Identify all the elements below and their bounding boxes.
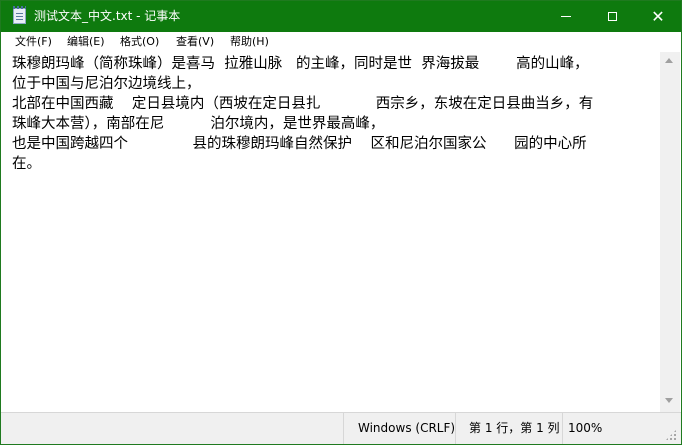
text-line: 也是中国跨越四个 县的珠穆朗玛峰自然保护 区和尼泊尔国家公 园的中心所 (12, 136, 587, 152)
status-bar: Windows (CRLF) 第 1 行，第 1 列 100% (1, 412, 681, 444)
menu-view[interactable]: 查看(V) (176, 35, 214, 49)
resize-grip-icon[interactable] (665, 429, 677, 441)
menu-help[interactable]: 帮助(H) (230, 35, 269, 49)
title-bar[interactable]: 测试文本_中文.txt - 记事本 ✕ (1, 1, 681, 32)
status-divider (562, 413, 563, 444)
text-line: 珠峰大本营），南部在尼 泊尔境内，是世界最高峰， (12, 116, 385, 132)
maximize-icon (607, 12, 617, 21)
vertical-scrollbar[interactable] (660, 52, 680, 412)
window-title: 测试文本_中文.txt - 记事本 (34, 9, 181, 23)
maximize-button[interactable] (589, 1, 635, 32)
zoom-status: 100% (568, 421, 603, 435)
text-line: 位于中国与尼泊尔边境线上， (12, 76, 201, 92)
status-divider (343, 413, 344, 444)
minimize-icon (561, 16, 571, 17)
line-ending-status: Windows (CRLF) (358, 421, 456, 435)
status-divider (455, 413, 456, 444)
menu-bar: 文件(F) 编辑(E) 格式(O) 查看(V) 帮助(H) (1, 32, 681, 52)
close-icon: ✕ (651, 6, 665, 26)
menu-edit[interactable]: 编辑(E) (67, 35, 105, 49)
scroll-down-arrow-icon[interactable] (665, 398, 673, 403)
notepad-icon (13, 6, 26, 24)
menu-format[interactable]: 格式(O) (120, 35, 159, 49)
menu-file[interactable]: 文件(F) (15, 35, 52, 49)
minimize-button[interactable] (543, 1, 589, 32)
text-editor-area[interactable]: 珠穆朗玛峰（简称珠峰）是喜马 拉雅山脉 的主峰，同时是世 界海拔最 高的山峰， … (1, 52, 660, 412)
cursor-position-status: 第 1 行，第 1 列 (469, 421, 560, 435)
text-line: 珠穆朗玛峰（简称珠峰）是喜马 拉雅山脉 的主峰，同时是世 界海拔最 高的山峰， (12, 56, 589, 72)
notepad-window: 测试文本_中文.txt - 记事本 ✕ 文件(F) 编辑(E) 格式(O) 查看… (0, 0, 682, 445)
text-line: 在。 (12, 156, 41, 172)
scroll-up-arrow-icon[interactable] (665, 58, 673, 63)
close-button[interactable]: ✕ (635, 1, 681, 32)
text-line: 北部在中国西藏 定日县境内（西坡在定日县扎 西宗乡，东坡在定日县曲当乡，有 (12, 96, 594, 112)
